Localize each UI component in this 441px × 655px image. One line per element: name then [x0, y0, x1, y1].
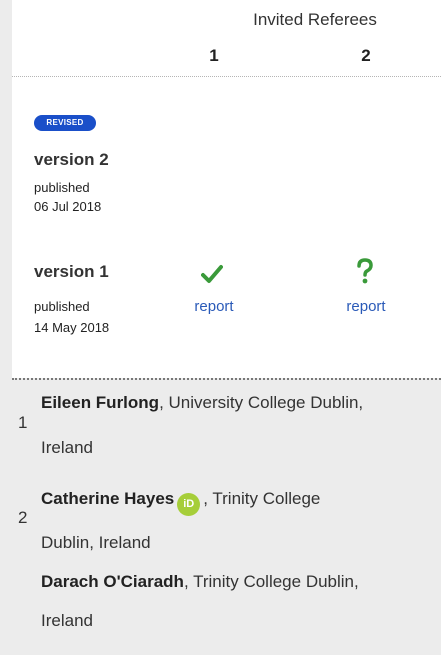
referee-2b-affiliation-part-1: , Trinity College Dublin,	[183, 572, 359, 591]
referee-2a-affiliation-part-1: , Trinity College	[203, 489, 321, 508]
referee-1-report-link[interactable]: report	[184, 298, 244, 315]
version-1-status: published	[34, 299, 90, 314]
invited-referees-heading: Invited Referees	[253, 10, 377, 29]
referee-2a-line-1: Catherine Hayes iD, Trinity College	[41, 489, 320, 516]
header-divider	[12, 76, 441, 77]
check-icon[interactable]	[201, 264, 223, 284]
peer-review-panel: Invited Referees 1 2 REVISED version 2 p…	[12, 0, 441, 378]
referee-2a-name[interactable]: Catherine Hayes	[41, 489, 174, 508]
referee-2a-affiliation-part-2: Dublin, Ireland	[41, 533, 151, 552]
revised-badge: REVISED	[34, 115, 96, 131]
referee-2-index: 2	[18, 508, 28, 527]
referee-1-affiliation-part-1: , University College Dublin,	[159, 393, 364, 412]
version-1-title[interactable]: version 1	[34, 262, 109, 282]
version-1-date: 14 May 2018	[34, 320, 110, 335]
referee-1-index: 1	[18, 413, 28, 432]
question-icon[interactable]	[355, 258, 375, 284]
version-2-date: 06 Jul 2018	[34, 199, 102, 214]
referee-1-line-1: Eileen Furlong, University College Dubli…	[41, 393, 363, 413]
version-2-title[interactable]: version 2	[34, 150, 109, 170]
referee-2b-line-1: Darach O'Ciaradh, Trinity College Dublin…	[41, 572, 359, 592]
referees-divider	[12, 378, 441, 380]
referee-1-column-header: 1	[209, 46, 219, 65]
version-2-status: published	[34, 180, 90, 195]
referee-2-column-header: 2	[361, 46, 371, 65]
referee-1-affiliation-part-2: Ireland	[41, 438, 93, 457]
referee-2b-name[interactable]: Darach O'Ciaradh	[41, 572, 184, 591]
referee-2b-affiliation-part-2: Ireland	[41, 611, 93, 630]
referee-1-name[interactable]: Eileen Furlong	[41, 393, 159, 412]
referee-2-report-link[interactable]: report	[336, 298, 396, 315]
orcid-icon[interactable]: iD	[177, 493, 201, 516]
